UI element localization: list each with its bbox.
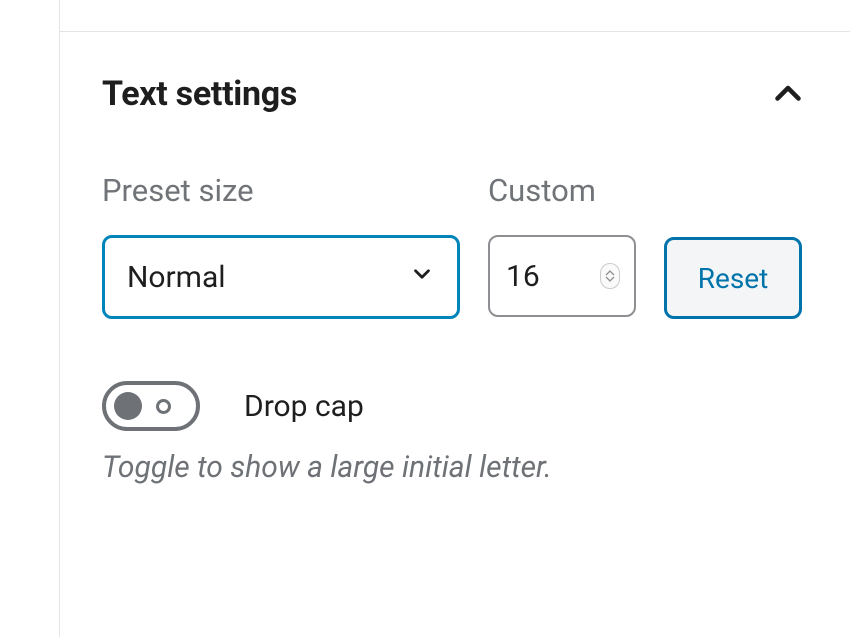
size-controls-row: Preset size Normal Custom 16 [102, 172, 808, 319]
custom-size-input[interactable]: 16 [488, 235, 636, 317]
reset-button[interactable]: Reset [664, 237, 802, 319]
reset-button-label: Reset [698, 262, 769, 295]
panel-left-rail [0, 0, 60, 637]
reset-button-container: Reset [664, 172, 802, 319]
number-stepper[interactable] [600, 263, 620, 289]
custom-size-label: Custom [488, 172, 636, 209]
drop-cap-toggle[interactable] [102, 381, 200, 431]
drop-cap-help-text: Toggle to show a large initial letter. [102, 447, 808, 489]
preset-size-value: Normal [127, 260, 226, 295]
custom-size-field: Custom 16 [488, 172, 636, 319]
chevron-up-icon [768, 74, 808, 114]
toggle-knob-outline [156, 399, 171, 414]
panel-title: Text settings [102, 74, 297, 114]
drop-cap-label: Drop cap [244, 389, 364, 424]
chevron-down-icon [409, 260, 435, 295]
drop-cap-row: Drop cap [102, 381, 808, 431]
panel-header[interactable]: Text settings [102, 74, 808, 114]
toggle-knob-filled [114, 392, 142, 420]
custom-size-value: 16 [506, 259, 540, 294]
text-settings-panel: Text settings Preset size Normal [60, 0, 850, 489]
preset-size-select[interactable]: Normal [102, 235, 460, 319]
panel-top-divider [60, 31, 850, 32]
preset-size-label: Preset size [102, 172, 460, 209]
preset-size-field: Preset size Normal [102, 172, 460, 319]
